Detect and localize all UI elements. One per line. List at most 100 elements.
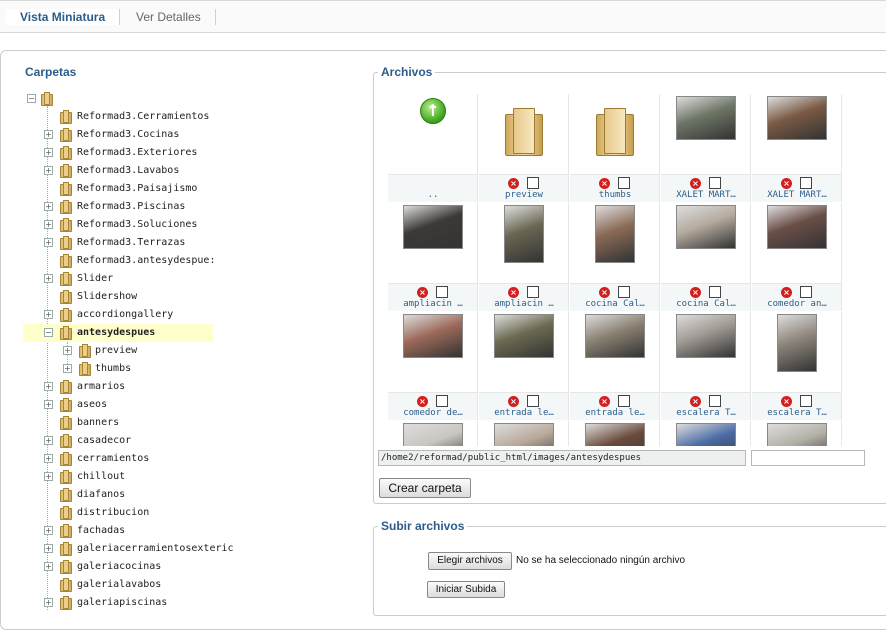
parent-folder-icon[interactable]: ↑ xyxy=(420,98,446,124)
select-checkbox[interactable] xyxy=(436,395,448,407)
delete-icon[interactable]: × xyxy=(508,287,519,298)
folder-icon[interactable] xyxy=(505,106,543,156)
image-thumbnail[interactable] xyxy=(585,314,645,358)
file-name[interactable]: entrada le… xyxy=(570,408,660,418)
file-name[interactable]: XALET MART… xyxy=(661,190,751,200)
image-thumbnail[interactable] xyxy=(676,423,736,446)
delete-icon[interactable]: × xyxy=(690,287,701,298)
expand-icon[interactable]: + xyxy=(44,310,53,319)
select-checkbox[interactable] xyxy=(527,395,539,407)
select-checkbox[interactable] xyxy=(709,286,721,298)
select-checkbox[interactable] xyxy=(618,286,630,298)
tree-item-label[interactable]: Reformad3.Paisajismo xyxy=(77,180,197,198)
expand-icon[interactable]: + xyxy=(44,274,53,283)
tree-item-label[interactable]: armarios xyxy=(77,378,125,396)
expand-icon[interactable]: + xyxy=(44,400,53,409)
delete-icon[interactable]: × xyxy=(690,178,701,189)
image-thumbnail[interactable] xyxy=(595,205,635,263)
delete-icon[interactable]: × xyxy=(508,396,519,407)
tree-item-label[interactable]: Slider xyxy=(77,270,113,288)
select-checkbox[interactable] xyxy=(800,395,812,407)
image-thumbnail[interactable] xyxy=(777,314,817,372)
file-name[interactable]: entrada le… xyxy=(479,408,569,418)
folder-icon[interactable] xyxy=(596,106,634,156)
file-name[interactable]: ampliacin … xyxy=(479,299,569,309)
expand-icon[interactable]: + xyxy=(44,238,53,247)
expand-icon[interactable]: + xyxy=(44,148,53,157)
image-thumbnail[interactable] xyxy=(494,314,554,358)
tree-item-label[interactable]: Reformad3.Lavabos xyxy=(77,162,179,180)
new-folder-name-input[interactable] xyxy=(751,450,865,466)
start-upload-button[interactable]: Iniciar Subida xyxy=(427,581,505,598)
tree-item-label[interactable]: preview xyxy=(95,342,137,360)
image-thumbnail[interactable] xyxy=(676,96,736,140)
select-checkbox[interactable] xyxy=(618,395,630,407)
file-name[interactable]: thumbs xyxy=(570,190,660,200)
image-thumbnail[interactable] xyxy=(767,205,827,249)
expand-icon[interactable]: + xyxy=(44,202,53,211)
expand-icon[interactable]: + xyxy=(63,364,72,373)
delete-icon[interactable]: × xyxy=(781,396,792,407)
tree-item-label[interactable]: cerramientos xyxy=(77,450,149,468)
image-thumbnail[interactable] xyxy=(767,96,827,140)
image-thumbnail[interactable] xyxy=(504,205,544,263)
choose-files-button[interactable]: Elegir archivos xyxy=(428,552,512,570)
expand-icon[interactable]: + xyxy=(44,544,53,553)
expand-icon[interactable]: + xyxy=(44,472,53,481)
tree-item-label[interactable]: antesydespues xyxy=(77,324,155,342)
tree-item-label[interactable]: Reformad3.Exteriores xyxy=(77,144,197,162)
tree-item-label[interactable]: galeriapiscinas xyxy=(77,594,167,612)
expand-icon[interactable]: + xyxy=(44,454,53,463)
delete-icon[interactable]: × xyxy=(781,287,792,298)
image-thumbnail[interactable] xyxy=(767,423,827,446)
delete-icon[interactable]: × xyxy=(417,396,428,407)
tree-item-label[interactable]: chillout xyxy=(77,468,125,486)
select-checkbox[interactable] xyxy=(800,286,812,298)
tree-item-label[interactable]: Reformad3.antesydespue: xyxy=(77,252,215,270)
expand-icon[interactable]: − xyxy=(44,328,53,337)
file-name[interactable]: escalera T… xyxy=(661,408,751,418)
tree-item-label[interactable]: fachadas xyxy=(77,522,125,540)
delete-icon[interactable]: × xyxy=(599,178,610,189)
expand-icon[interactable]: + xyxy=(44,166,53,175)
image-thumbnail[interactable] xyxy=(403,205,463,249)
file-name[interactable]: XALET MART… xyxy=(752,190,842,200)
delete-icon[interactable]: × xyxy=(417,287,428,298)
select-checkbox[interactable] xyxy=(709,177,721,189)
tree-item-label[interactable]: Reformad3.Cocinas xyxy=(77,126,179,144)
file-name[interactable]: preview xyxy=(479,190,569,200)
delete-icon[interactable]: × xyxy=(599,396,610,407)
expand-icon[interactable]: + xyxy=(44,598,53,607)
tree-item-label[interactable]: aseos xyxy=(77,396,107,414)
delete-icon[interactable]: × xyxy=(781,178,792,189)
tree-item-label[interactable]: diafanos xyxy=(77,486,125,504)
tree-item-label[interactable]: casadecor xyxy=(77,432,131,450)
delete-icon[interactable]: × xyxy=(508,178,519,189)
tree-item-label[interactable]: Slidershow xyxy=(77,288,137,306)
select-checkbox[interactable] xyxy=(527,177,539,189)
image-thumbnail[interactable] xyxy=(676,314,736,358)
expand-icon[interactable]: + xyxy=(44,130,53,139)
tree-item-label[interactable]: Reformad3.Cerramientos xyxy=(77,108,209,126)
select-checkbox[interactable] xyxy=(618,177,630,189)
file-name[interactable]: comedor de… xyxy=(388,408,478,418)
select-checkbox[interactable] xyxy=(800,177,812,189)
file-name[interactable]: cocina Cal… xyxy=(570,299,660,309)
image-thumbnail[interactable] xyxy=(585,423,645,446)
file-name[interactable]: ampliacin … xyxy=(388,299,478,309)
expand-icon[interactable]: + xyxy=(44,220,53,229)
tree-item-label[interactable]: Reformad3.Terrazas xyxy=(77,234,185,252)
image-thumbnail[interactable] xyxy=(403,423,463,446)
file-name[interactable]: escalera T… xyxy=(752,408,842,418)
tree-item-label[interactable]: galeriacerramientosexteric xyxy=(77,540,234,558)
select-checkbox[interactable] xyxy=(436,286,448,298)
expand-icon[interactable]: + xyxy=(44,526,53,535)
image-thumbnail[interactable] xyxy=(494,423,554,446)
image-thumbnail[interactable] xyxy=(403,314,463,358)
delete-icon[interactable]: × xyxy=(690,396,701,407)
select-checkbox[interactable] xyxy=(709,395,721,407)
file-name[interactable]: cocina Cal… xyxy=(661,299,751,309)
expand-icon[interactable]: + xyxy=(44,382,53,391)
tree-item-label[interactable]: distribucion xyxy=(77,504,149,522)
tree-item-label[interactable]: galerialavabos xyxy=(77,576,161,594)
